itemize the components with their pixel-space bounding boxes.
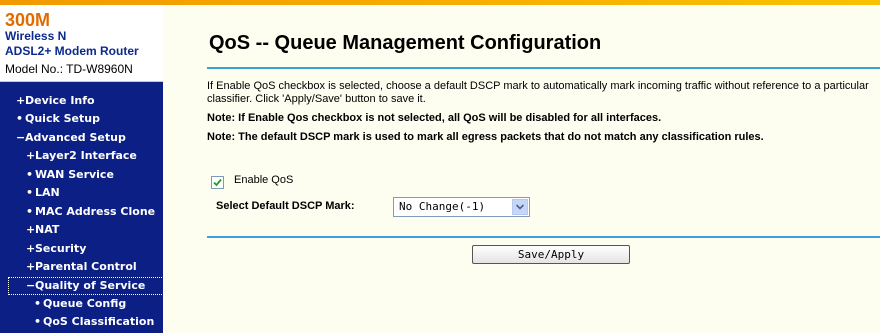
sidebar-item-label: Parental Control <box>35 260 137 273</box>
sidebar-item-label: LAN <box>35 186 60 199</box>
menu-marker-plus-icon: + <box>16 94 26 107</box>
main-content: QoS -- Queue Management Configuration If… <box>163 5 880 333</box>
menu-marker-plus-icon: + <box>26 223 36 236</box>
menu-marker-bullet-icon: • <box>16 112 24 125</box>
menu-marker-plus-icon: + <box>26 260 36 273</box>
sidebar-item-label: NAT <box>35 223 60 236</box>
sidebar-item-label: QoS Classification <box>43 315 155 328</box>
sidebar-item-device-info[interactable]: +Device Info <box>16 94 95 108</box>
sidebar-item-label: WAN Service <box>35 168 114 181</box>
note-qos-disabled: Note: If Enable Qos checkbox is not sele… <box>207 112 662 124</box>
sidebar-item-label: Quick Setup <box>25 112 100 125</box>
brand-header: 300M Wireless N ADSL2+ Modem Router Mode… <box>0 5 163 82</box>
page-title: QoS -- Queue Management Configuration <box>209 32 602 54</box>
sidebar-item-nat[interactable]: +NAT <box>26 223 59 237</box>
checkmark-icon <box>213 178 222 187</box>
sidebar-item-wan-service[interactable]: • WAN Service <box>26 168 114 182</box>
menu-marker-plus-icon: + <box>26 149 36 162</box>
sidebar-item-lan[interactable]: • LAN <box>26 186 60 200</box>
page-description: If Enable QoS checkbox is selected, choo… <box>207 80 869 105</box>
brand-model-no: Model No.: TD-W8960N <box>5 62 133 76</box>
dscp-mark-label: Select Default DSCP Mark: <box>216 200 355 212</box>
sidebar-item-label: Advanced Setup <box>25 131 126 144</box>
sidebar-item-label: Device Info <box>25 94 95 107</box>
menu-marker-minus-icon: − <box>26 279 36 292</box>
chevron-down-icon[interactable] <box>512 199 528 215</box>
sidebar-item-security[interactable]: +Security <box>26 242 86 256</box>
menu-marker-bullet-icon: • <box>26 205 34 218</box>
menu-marker-minus-icon: − <box>16 131 26 144</box>
sidebar-item-qos-classification[interactable]: • QoS Classification <box>34 315 154 329</box>
sidebar-item-label: MAC Address Clone <box>35 205 156 218</box>
sidebar-item-label: Security <box>35 242 87 255</box>
menu-marker-plus-icon: + <box>26 242 36 255</box>
menu-marker-bullet-icon: • <box>26 186 34 199</box>
sidebar-item-quick-setup[interactable]: • Quick Setup <box>16 112 100 126</box>
enable-qos-label: Enable QoS <box>234 174 294 186</box>
dscp-mark-value: No Change(-1) <box>399 200 486 213</box>
brand-model-title: 300M <box>5 10 51 30</box>
sidebar-item-quality-of-service[interactable]: −Quality of Service <box>8 277 177 295</box>
menu-marker-bullet-icon: • <box>34 297 42 310</box>
sidebar-item-advanced-setup[interactable]: −Advanced Setup <box>16 131 126 145</box>
sidebar-item-layer2-interface[interactable]: +Layer2 Interface <box>26 149 137 163</box>
sidebar: 300M Wireless N ADSL2+ Modem Router Mode… <box>0 5 177 333</box>
sidebar-item-queue-config[interactable]: • Queue Config <box>34 297 126 311</box>
sidebar-item-mac-address-clone[interactable]: • MAC Address Clone <box>26 205 155 219</box>
sidebar-item-label: Quality of Service <box>35 279 146 292</box>
brand-line-1: Wireless N <box>5 29 67 43</box>
sidebar-item-label: Layer2 Interface <box>35 149 137 162</box>
menu-marker-bullet-icon: • <box>34 315 42 328</box>
note-default-dscp: Note: The default DSCP mark is used to m… <box>207 131 764 143</box>
sidebar-item-label: Queue Config <box>43 297 127 310</box>
menu-marker-bullet-icon: • <box>26 168 34 181</box>
brand-line-2: ADSL2+ Modem Router <box>5 44 139 58</box>
sidebar-item-parental-control[interactable]: +Parental Control <box>26 260 137 274</box>
save-apply-button[interactable]: Save/Apply <box>472 245 630 264</box>
separator-bottom <box>207 236 880 238</box>
enable-qos-checkbox[interactable] <box>211 176 224 189</box>
dscp-mark-select[interactable]: No Change(-1) <box>393 197 530 217</box>
separator-top <box>207 67 880 69</box>
